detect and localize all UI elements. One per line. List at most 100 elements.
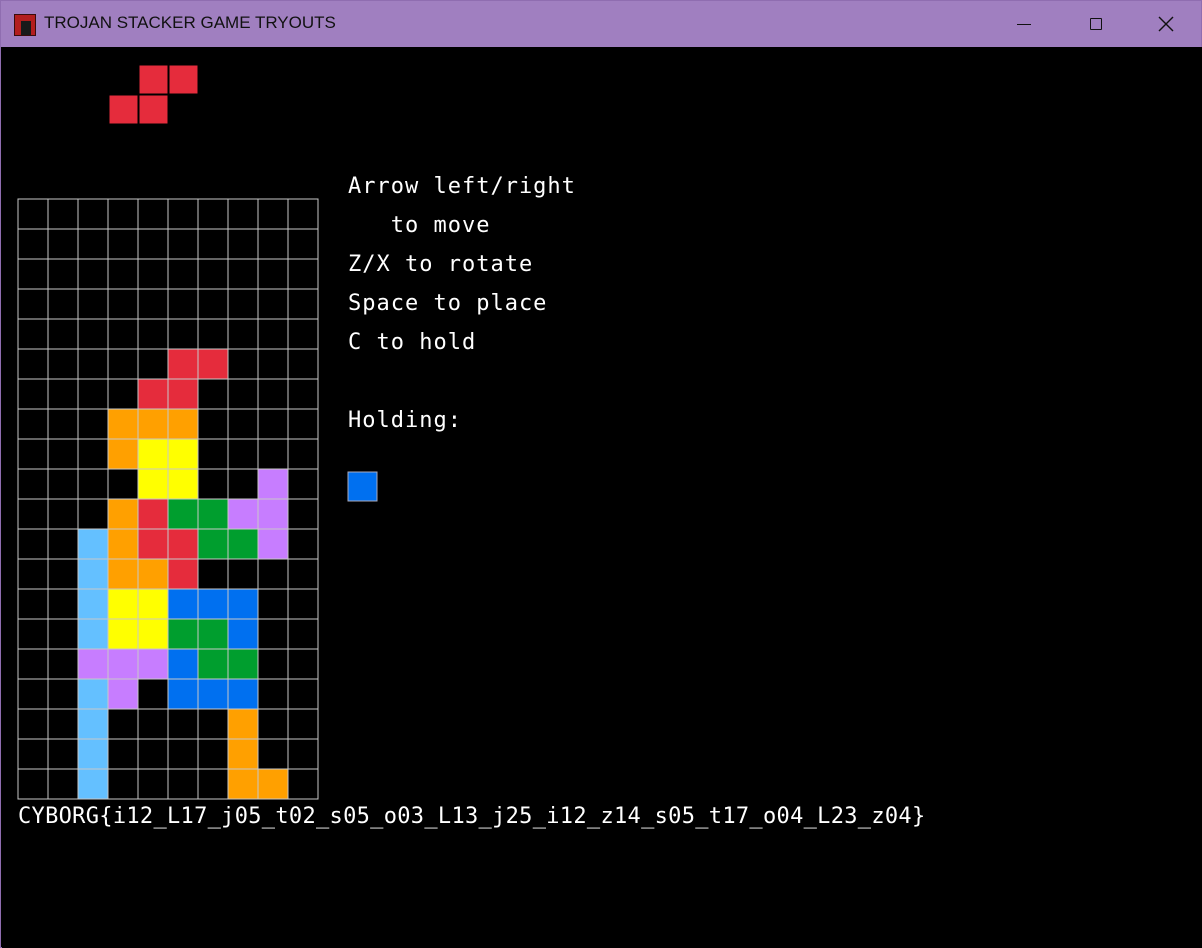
board-cell xyxy=(287,408,319,440)
game-board xyxy=(17,198,319,800)
board-block xyxy=(107,528,139,560)
board-cell xyxy=(287,288,319,320)
board-cell xyxy=(257,708,289,740)
board-cell xyxy=(287,708,319,740)
close-icon xyxy=(1158,16,1174,32)
board-cell xyxy=(77,288,109,320)
board-cell xyxy=(47,558,79,590)
board-cell xyxy=(287,468,319,500)
board-cell xyxy=(227,408,259,440)
maximize-button[interactable] xyxy=(1061,1,1131,47)
board-cell xyxy=(257,618,289,650)
board-cell xyxy=(77,438,109,470)
board-cell xyxy=(137,228,169,260)
game-window: TROJAN STACKER GAME TRYOUTS Arrow left/r… xyxy=(0,0,1202,948)
board-block xyxy=(167,558,199,590)
board-cell xyxy=(17,588,49,620)
board-block xyxy=(167,498,199,530)
board-cell xyxy=(197,468,229,500)
board-block xyxy=(137,498,169,530)
board-cell xyxy=(287,528,319,560)
board-block xyxy=(167,378,199,410)
board-cell xyxy=(137,258,169,290)
board-cell xyxy=(257,588,289,620)
board-cell xyxy=(107,738,139,770)
minimize-button[interactable] xyxy=(989,1,1059,47)
board-cell xyxy=(17,348,49,380)
board-cell xyxy=(167,198,199,230)
board-cell xyxy=(287,198,319,230)
game-canvas[interactable]: Arrow left/right to move Z/X to rotate S… xyxy=(2,47,1202,948)
board-cell xyxy=(77,498,109,530)
board-block xyxy=(137,378,169,410)
hold-piece-block xyxy=(347,471,378,502)
window-title: TROJAN STACKER GAME TRYOUTS xyxy=(44,13,336,32)
board-cell xyxy=(47,618,79,650)
board-cell xyxy=(47,678,79,710)
board-cell xyxy=(227,198,259,230)
board-cell xyxy=(77,378,109,410)
board-cell xyxy=(77,258,109,290)
board-block xyxy=(257,768,289,800)
board-cell xyxy=(287,258,319,290)
board-block xyxy=(227,528,259,560)
board-block xyxy=(137,528,169,560)
board-block xyxy=(197,648,229,680)
board-block xyxy=(107,648,139,680)
board-cell xyxy=(227,558,259,590)
board-cell xyxy=(197,438,229,470)
board-block xyxy=(227,768,259,800)
board-cell xyxy=(107,258,139,290)
board-block xyxy=(77,708,109,740)
board-cell xyxy=(167,288,199,320)
board-cell xyxy=(107,708,139,740)
board-cell xyxy=(287,648,319,680)
board-block xyxy=(137,648,169,680)
board-cell xyxy=(47,588,79,620)
board-block xyxy=(77,738,109,770)
board-block xyxy=(137,408,169,440)
board-cell xyxy=(17,468,49,500)
board-cell xyxy=(197,258,229,290)
board-cell xyxy=(227,288,259,320)
board-cell xyxy=(287,318,319,350)
board-cell xyxy=(197,198,229,230)
close-button[interactable] xyxy=(1131,1,1201,47)
board-cell xyxy=(17,558,49,590)
board-block xyxy=(227,678,259,710)
board-cell xyxy=(227,258,259,290)
board-block xyxy=(257,498,289,530)
board-cell xyxy=(17,618,49,650)
board-cell xyxy=(137,738,169,770)
board-cell xyxy=(47,708,79,740)
board-cell xyxy=(197,768,229,800)
board-cell xyxy=(77,468,109,500)
board-cell xyxy=(137,678,169,710)
board-block xyxy=(137,558,169,590)
board-block xyxy=(257,468,289,500)
board-cell xyxy=(137,288,169,320)
board-block xyxy=(227,588,259,620)
board-cell xyxy=(137,768,169,800)
board-cell xyxy=(77,408,109,440)
board-block xyxy=(227,738,259,770)
board-cell xyxy=(77,228,109,260)
board-cell xyxy=(227,348,259,380)
board-cell xyxy=(17,318,49,350)
board-block xyxy=(167,468,199,500)
board-cell xyxy=(47,318,79,350)
next-piece-block xyxy=(138,64,169,95)
next-piece-block xyxy=(138,94,169,125)
board-block xyxy=(167,528,199,560)
board-block xyxy=(107,618,139,650)
instruction-place: Space to place xyxy=(348,291,548,316)
board-cell xyxy=(197,378,229,410)
board-cell xyxy=(257,378,289,410)
holding-label: Holding: xyxy=(348,408,462,433)
board-cell xyxy=(17,288,49,320)
board-block xyxy=(167,348,199,380)
board-block xyxy=(167,438,199,470)
board-block xyxy=(197,348,229,380)
title-bar[interactable]: TROJAN STACKER GAME TRYOUTS xyxy=(1,1,1201,47)
board-block xyxy=(77,648,109,680)
